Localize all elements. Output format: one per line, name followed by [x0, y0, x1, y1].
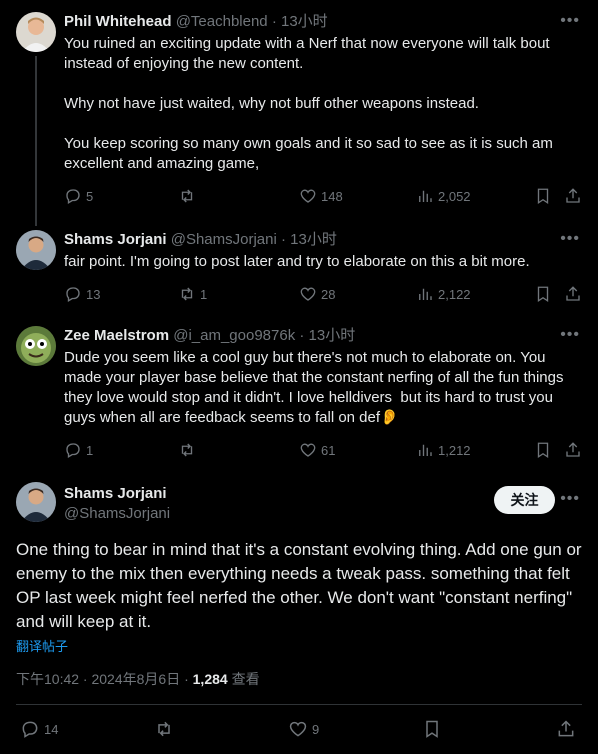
- reply-count: 13: [86, 286, 101, 302]
- share-icon: [558, 720, 574, 737]
- heart-icon: [289, 721, 307, 737]
- bookmark-icon: [537, 286, 549, 303]
- reply-count: 1: [86, 442, 94, 458]
- heart-icon: [300, 287, 316, 301]
- views-button[interactable]: 1,212: [416, 440, 471, 460]
- repost-icon: [181, 443, 193, 457]
- view-count: 2,052: [438, 188, 471, 204]
- avatar[interactable]: [16, 230, 56, 270]
- bookmark-button[interactable]: [422, 719, 442, 739]
- share-icon: [566, 188, 580, 203]
- tweet-meta: 下午10:42 · 2024年8月6日 · 1,284 查看: [16, 669, 260, 689]
- like-button[interactable]: 61: [299, 440, 335, 460]
- views-button[interactable]: 2,122: [416, 284, 471, 304]
- more-icon[interactable]: •••: [560, 490, 580, 508]
- analytics-icon: [419, 190, 432, 202]
- author-handle[interactable]: @i_am_goo9876k: [173, 327, 295, 344]
- bookmark-icon: [537, 442, 549, 459]
- reply-button[interactable]: 5: [64, 186, 93, 206]
- share-button[interactable]: [564, 284, 582, 304]
- tweet-time[interactable]: · 13小时: [281, 231, 337, 248]
- author-handle[interactable]: @ShamsJorjani: [171, 231, 277, 248]
- repost-button[interactable]: [178, 186, 200, 206]
- share-icon: [566, 286, 580, 301]
- bookmark-icon: [426, 720, 438, 738]
- tweet-timestamp[interactable]: 下午10:42 · 2024年8月6日 ·: [16, 671, 193, 687]
- share-button[interactable]: [556, 719, 576, 739]
- views-label: 查看: [227, 671, 260, 687]
- share-button[interactable]: [564, 186, 582, 206]
- bookmark-button[interactable]: [534, 284, 552, 304]
- action-bar: 13 1 28 2,122: [64, 284, 582, 304]
- author-name[interactable]: Phil Whitehead: [64, 13, 172, 30]
- analytics-icon: [419, 288, 432, 300]
- reply-icon: [66, 443, 80, 458]
- bookmark-button[interactable]: [534, 186, 552, 206]
- reply-tweet-2[interactable]: Shams Jorjani @ShamsJorjani · 13小时 ••• f…: [0, 226, 598, 324]
- tweet-header: Zee Maelstrom @i_am_goo9876k · 13小时: [64, 326, 355, 346]
- action-bar: 5 148 2,052: [64, 186, 582, 206]
- tweet-header: Phil Whitehead @Teachblend · 13小时: [64, 12, 328, 32]
- heart-icon: [300, 189, 316, 203]
- translate-link[interactable]: 翻译帖子: [16, 636, 68, 655]
- main-tweet-text: One thing to bear in mind that it's a co…: [16, 540, 582, 631]
- repost-button[interactable]: 1: [178, 284, 207, 304]
- tweet-time[interactable]: · 13小时: [299, 327, 355, 344]
- like-count: 9: [312, 721, 320, 737]
- author-name[interactable]: Shams Jorjani: [64, 484, 170, 504]
- avatar[interactable]: [16, 326, 56, 366]
- repost-button[interactable]: [178, 440, 200, 460]
- like-button[interactable]: 28: [299, 284, 335, 304]
- view-count: 2,122: [438, 286, 471, 302]
- reply-count: 5: [86, 188, 94, 204]
- repost-count: 1: [200, 286, 208, 302]
- like-button[interactable]: 148: [299, 186, 343, 206]
- like-button[interactable]: 9: [288, 719, 319, 739]
- reply-button[interactable]: 1: [64, 440, 93, 460]
- tweet-text: Dude you seem like a cool guy but there'…: [64, 349, 568, 426]
- tweet-header: Shams Jorjani @ShamsJorjani · 13小时: [64, 230, 337, 250]
- reply-count: 14: [44, 721, 59, 737]
- reply-tweet-1[interactable]: Phil Whitehead @Teachblend · 13小时 ••• Yo…: [0, 0, 598, 226]
- like-count: 148: [321, 188, 343, 204]
- tweet-time[interactable]: · 13小时: [272, 13, 328, 30]
- bookmark-icon: [537, 188, 549, 205]
- reply-tweet-3[interactable]: Zee Maelstrom @i_am_goo9876k · 13小时 ••• …: [0, 324, 598, 474]
- repost-button[interactable]: [154, 719, 178, 739]
- action-bar: 1 61 1,212: [64, 440, 582, 460]
- follow-button[interactable]: 关注: [494, 486, 555, 514]
- reply-icon: [66, 287, 80, 302]
- share-icon: [566, 442, 580, 457]
- tweet-text: You ruined an exciting update with a Ner…: [64, 35, 553, 172]
- views-button[interactable]: 2,052: [416, 186, 471, 206]
- tweet-text: fair point. I'm going to post later and …: [64, 253, 530, 270]
- author-name[interactable]: Shams Jorjani: [64, 231, 167, 248]
- author-handle[interactable]: @ShamsJorjani: [64, 504, 170, 524]
- reply-icon: [22, 721, 38, 738]
- heart-icon: [300, 443, 316, 457]
- share-button[interactable]: [564, 440, 582, 460]
- more-icon[interactable]: •••: [560, 326, 580, 344]
- analytics-icon: [419, 444, 432, 456]
- reply-icon: [66, 189, 80, 204]
- avatar[interactable]: [16, 12, 56, 52]
- repost-icon: [158, 721, 170, 737]
- main-view-count: 1,284: [192, 671, 228, 687]
- reply-button[interactable]: 14: [20, 719, 58, 739]
- bookmark-button[interactable]: [534, 440, 552, 460]
- repost-icon: [181, 189, 193, 203]
- more-icon[interactable]: •••: [560, 12, 580, 30]
- author-name[interactable]: Zee Maelstrom: [64, 327, 169, 344]
- main-action-bar: 14 9: [16, 719, 582, 741]
- like-count: 61: [321, 442, 336, 458]
- avatar[interactable]: [16, 482, 56, 522]
- view-count: 1,212: [438, 442, 471, 458]
- author-handle[interactable]: @Teachblend: [176, 13, 268, 30]
- more-icon[interactable]: •••: [560, 230, 580, 248]
- repost-icon: [181, 287, 193, 301]
- like-count: 28: [321, 286, 336, 302]
- reply-button[interactable]: 13: [64, 284, 100, 304]
